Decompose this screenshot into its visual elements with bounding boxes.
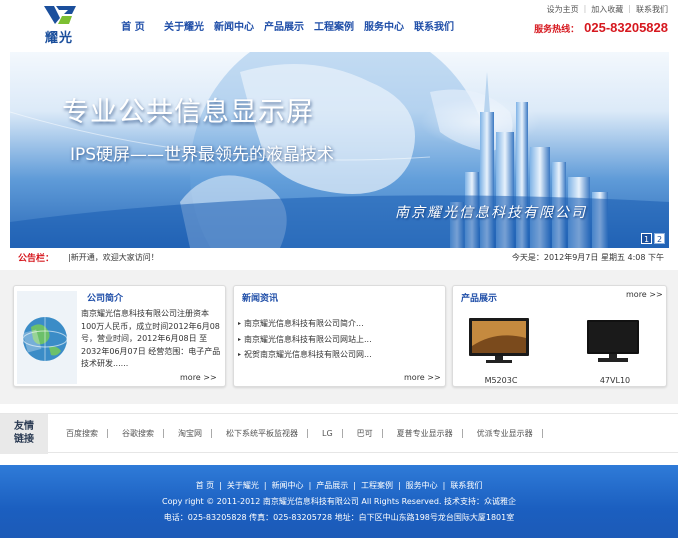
nav-contact[interactable]: 联系我们 <box>409 18 459 34</box>
friend-link[interactable]: 百度搜索 <box>52 429 108 438</box>
contact-us-link[interactable]: 联系我们 <box>636 4 668 15</box>
about-title[interactable]: 公司简介 <box>87 291 123 304</box>
bullet-icon: ▸ <box>238 351 242 359</box>
news-more-link[interactable]: more >> <box>404 373 441 382</box>
friend-link[interactable]: 松下系统平板监视器 <box>212 429 308 438</box>
product-card[interactable]: 47VL10 <box>580 308 650 385</box>
bullet-icon: ▸ <box>238 320 242 328</box>
logo-mark-icon <box>44 6 76 24</box>
main-nav: 首 页 关于耀光 新闻中心 产品展示 工程案例 服务中心 联系我们 <box>112 18 459 34</box>
logo[interactable]: 耀光 <box>40 4 80 46</box>
separator: | <box>219 481 222 490</box>
contact-info: 电话：025-83205828 传真：025-83205728 地址：白下区中山… <box>163 513 515 522</box>
current-date: 今天是：2012年9月7日 星期五 4:08 下午 <box>511 253 664 262</box>
logo-text: 耀光 <box>45 31 74 46</box>
banner-pager: 1 2 <box>639 233 665 244</box>
news-item[interactable]: ▸ 祝贺南京耀光信息科技有限公司网... <box>238 347 438 363</box>
friend-links-label-line1: 友情 <box>14 421 34 432</box>
copyright: Copy right © 2011-2012 南京耀光信息科技有限公司 All … <box>162 497 516 506</box>
separator: | <box>263 481 267 490</box>
product-card[interactable]: M5203C <box>466 308 536 385</box>
notice-bar: 公告栏： |新开通，欢迎大家访问！ 今天是：2012年9月7日 星期五 4:08… <box>10 249 669 266</box>
separator: | <box>308 481 312 490</box>
banner[interactable]: 专业公共信息显示屏 IPS硬屏——世界最领先的液晶技术 南京耀光信息科技有限公司… <box>10 52 669 248</box>
separator: | <box>442 481 446 490</box>
separator: | <box>628 4 631 13</box>
news-item-text: 南京耀光信息科技有限公司简介... <box>244 319 364 329</box>
globe-thumbnail <box>17 291 77 384</box>
products-title[interactable]: 产品展示 <box>461 291 497 304</box>
nav-products[interactable]: 产品展示 <box>259 18 309 34</box>
about-text: 南京耀光信息科技有限公司注册资本100万人民币，成立时间2012年6月08号，营… <box>81 309 221 368</box>
footer-nav-home[interactable]: 首 页 <box>196 481 215 490</box>
friend-link[interactable]: 巴可 <box>343 429 383 438</box>
friend-link[interactable]: LG <box>308 429 343 438</box>
hotline-number: 025-83205828 <box>584 20 668 35</box>
about-more-link[interactable]: more >> <box>180 373 217 382</box>
top-links: 设为主页 | 加入收藏 | 联系我们 <box>547 4 668 15</box>
news-item-text: 祝贺南京耀光信息科技有限公司网... <box>244 350 372 360</box>
banner-company: 南京耀光信息科技有限公司 <box>395 205 587 221</box>
nav-about[interactable]: 关于耀光 <box>159 18 209 34</box>
header: 耀光 首 页 关于耀光 新闻中心 产品展示 工程案例 服务中心 联系我们 设为主… <box>0 0 678 50</box>
hotline: 服务热线： 025-83205828 <box>534 20 668 35</box>
friend-links-list: 百度搜索 谷歌搜索 淘宝网 松下系统平板监视器 LG 巴可 夏普专业显示器 优派… <box>52 429 543 438</box>
footer-nav-about[interactable]: 关于耀光 <box>227 481 259 490</box>
notice-label: 公告栏： <box>18 254 55 264</box>
friend-links-label-line2: 链接 <box>14 434 34 445</box>
news-title[interactable]: 新闻资讯 <box>242 291 278 304</box>
footer-nav-service[interactable]: 服务中心 <box>406 481 438 490</box>
friend-link[interactable]: 淘宝网 <box>164 429 212 438</box>
footer-nav-cases[interactable]: 工程案例 <box>361 481 393 490</box>
footer-nav: 首 页 | 关于耀光 | 新闻中心 | 产品展示 | 工程案例 | 服务中心 | 联系我们 <box>0 480 678 491</box>
banner-subtitle: IPS硬屏——世界最领先的液晶技术 <box>70 145 335 165</box>
about-panel: 公司简介 南京耀光信息科技有限公司注册资本100万人民币，成立时间2012年6月… <box>13 285 226 387</box>
nav-news[interactable]: 新闻中心 <box>209 18 259 34</box>
separator: | <box>397 481 401 490</box>
footer-nav-news[interactable]: 新闻中心 <box>272 481 304 490</box>
news-item[interactable]: ▸ 南京耀光信息科技有限公司简介... <box>238 316 438 332</box>
separator: | <box>353 481 356 490</box>
banner-page-2[interactable]: 2 <box>654 233 665 244</box>
footer-nav-products[interactable]: 产品展示 <box>316 481 348 490</box>
products-more-link[interactable]: more >> <box>626 290 663 299</box>
news-panel: 新闻资讯 ▸ 南京耀光信息科技有限公司简介... ▸ 南京耀光信息科技有限公司网… <box>233 285 446 387</box>
banner-page-1[interactable]: 1 <box>641 233 652 244</box>
news-item[interactable]: ▸ 南京耀光信息科技有限公司网站上... <box>238 332 438 348</box>
footer-nav-contact[interactable]: 联系我们 <box>450 481 482 490</box>
footer: 首 页 | 关于耀光 | 新闻中心 | 产品展示 | 工程案例 | 服务中心 | 联系我们 Copy r… <box>0 465 678 538</box>
banner-title: 专业公共信息显示屏 <box>62 97 314 128</box>
hotline-label: 服务热线： <box>534 25 580 35</box>
news-item-text: 南京耀光信息科技有限公司网站上... <box>244 334 372 344</box>
friend-link[interactable]: 优派专业显示器 <box>463 429 543 438</box>
nav-cases[interactable]: 工程案例 <box>309 18 359 34</box>
friend-links: 友情 链接 百度搜索 谷歌搜索 淘宝网 松下系统平板监视器 LG 巴可 夏普专业… <box>0 413 678 454</box>
friend-link[interactable]: 谷歌搜索 <box>108 429 164 438</box>
notice-text[interactable]: |新开通，欢迎大家访问！ <box>68 252 159 263</box>
tv-product-image <box>469 318 529 363</box>
friend-links-label: 友情 链接 <box>0 414 48 454</box>
set-homepage-link[interactable]: 设为主页 <box>547 4 579 15</box>
products-panel: 产品展示 more >> M5203C 47VL10 <box>452 285 667 387</box>
add-favorite-link[interactable]: 加入收藏 <box>591 4 623 15</box>
product-name: 47VL10 <box>599 376 631 385</box>
friend-link[interactable]: 夏普专业显示器 <box>383 429 463 438</box>
nav-service[interactable]: 服务中心 <box>359 18 409 34</box>
news-list: ▸ 南京耀光信息科技有限公司简介... ▸ 南京耀光信息科技有限公司网站上...… <box>238 316 438 363</box>
nav-home[interactable]: 首 页 <box>112 18 154 34</box>
content-area: 公司简介 南京耀光信息科技有限公司注册资本100万人民币，成立时间2012年6月… <box>0 270 678 404</box>
separator: | <box>583 4 587 13</box>
bullet-icon: ▸ <box>238 335 242 343</box>
product-name: M5203C <box>484 376 518 385</box>
monitor-product-image <box>587 320 639 362</box>
